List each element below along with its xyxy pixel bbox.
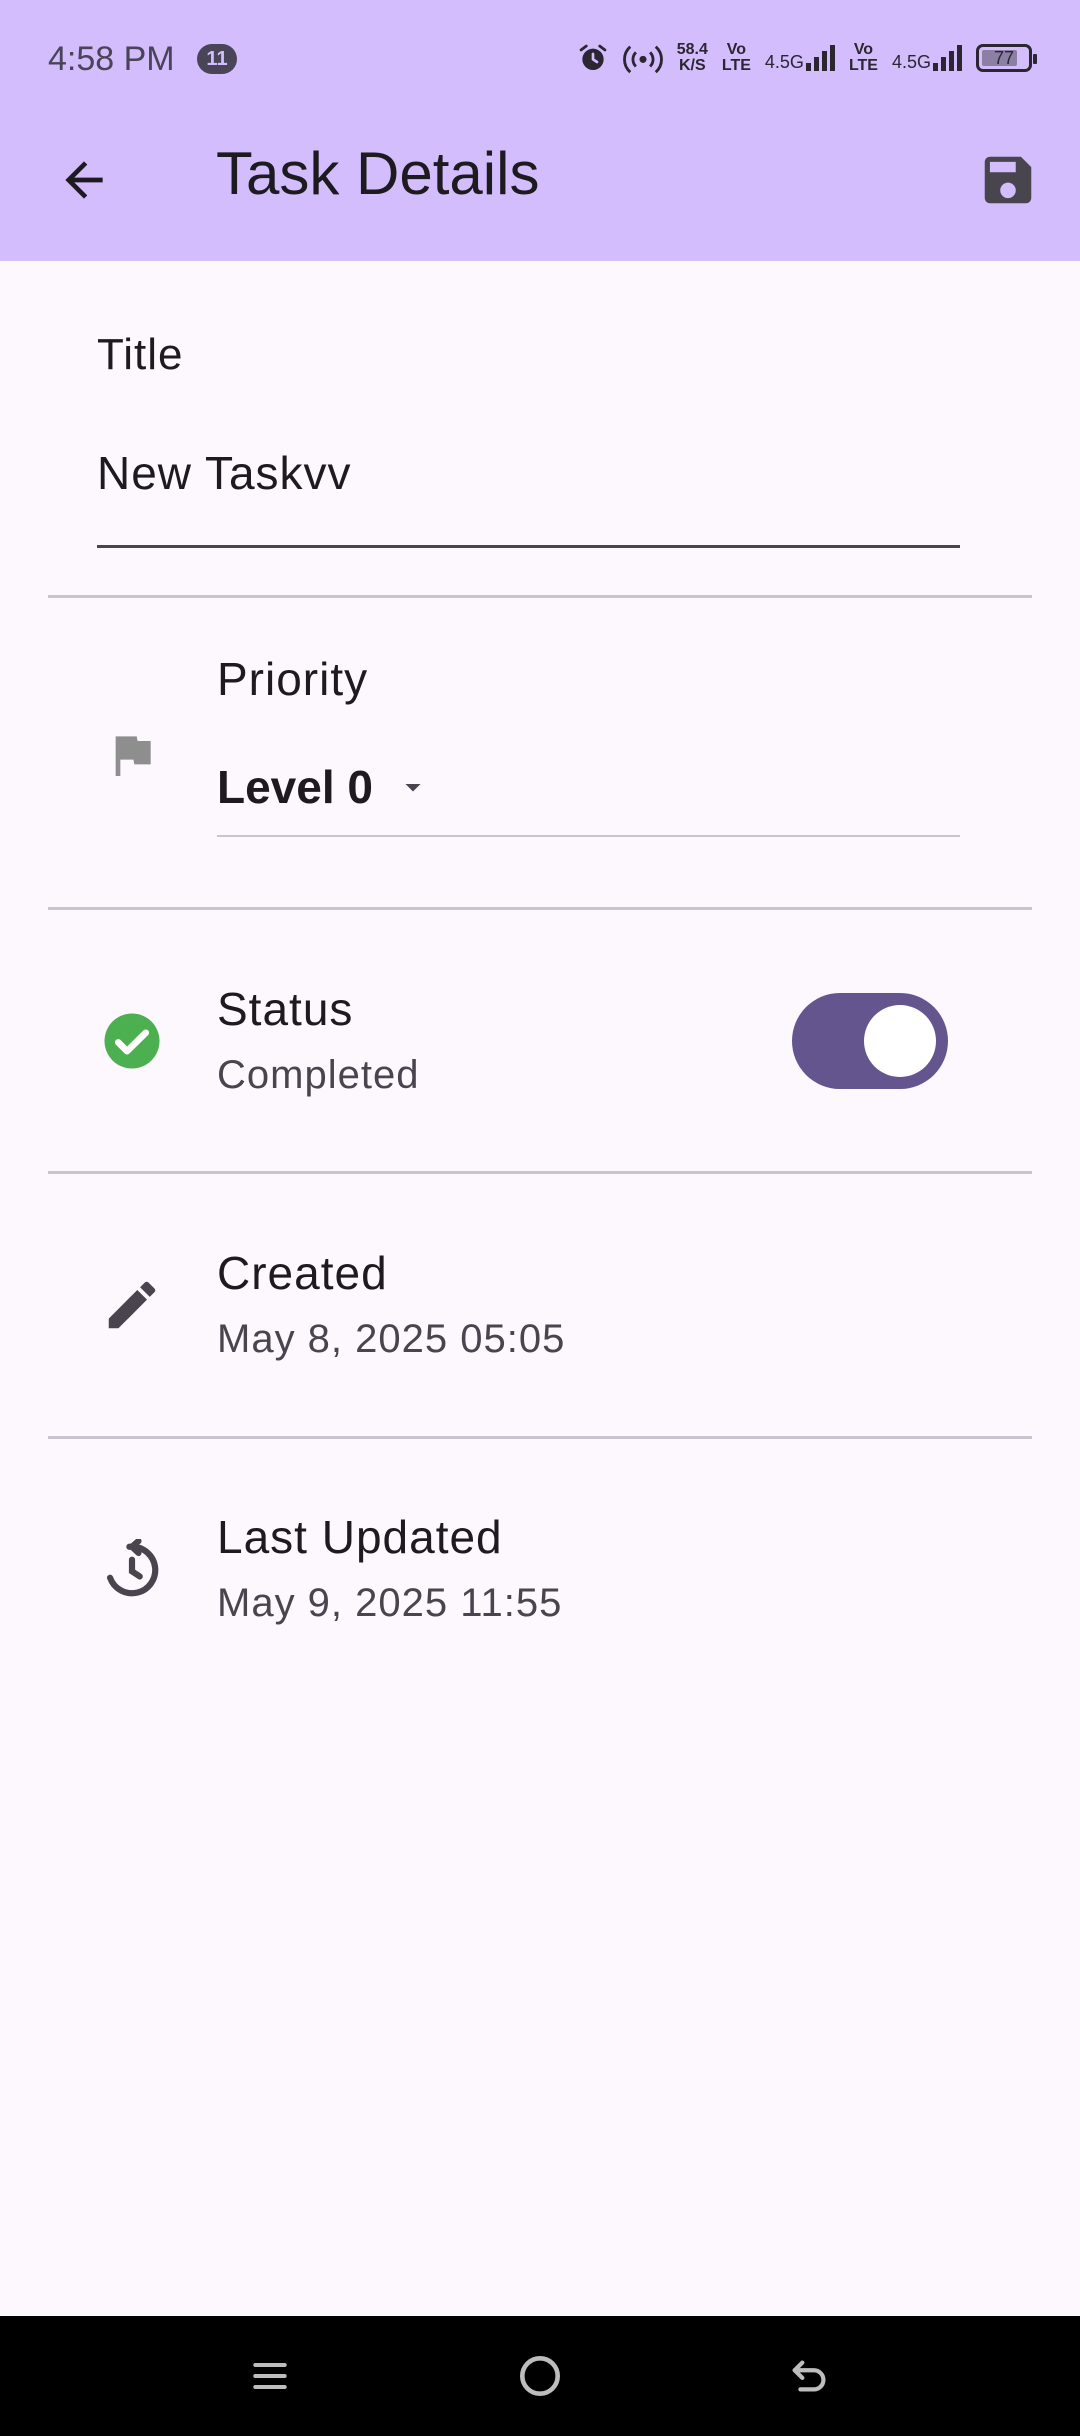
nav-back-button[interactable] [760,2336,860,2416]
created-icon-wrap [92,1265,172,1345]
status-icons: 58.4 K/S Vo LTE 4.5G Vo LTE 4.5G 77 [577,36,1037,80]
updated-label: Last Updated [217,1511,503,1563]
signal-2: 4.5G [892,45,962,71]
created-label: Created [217,1247,388,1299]
home-circle-icon [520,2356,560,2396]
pencil-icon [108,1281,156,1329]
check-circle-icon [104,1013,160,1069]
divider [48,1436,1032,1439]
status-time: 4:58 PM [48,40,175,78]
title-field[interactable]: Title [97,330,960,380]
history-icon [106,1539,159,1597]
save-floppy-icon [984,156,1032,204]
page-title: Task Details [216,140,540,207]
status-icon-wrap [92,1001,172,1081]
nav-menu-button[interactable] [220,2336,320,2416]
toggle-thumb [864,1005,936,1077]
signal-bars-icon [933,45,962,71]
dropdown-arrow-icon [405,784,421,792]
updated-icon-wrap [92,1530,172,1610]
title-input[interactable]: New Taskvv [97,446,352,500]
priority-underline [217,835,960,837]
net-speed: 58.4 K/S [676,41,708,74]
alarm-icon [579,44,607,70]
divider [48,1171,1032,1174]
app-bar: 4:58 PM 11 58.4 K/S Vo LTE 4.5G Vo LTE 4… [0,0,1080,261]
created-value: May 8, 2025 05:05 [217,1317,566,1361]
title-underline [97,545,960,548]
status-toggle[interactable] [792,993,948,1089]
notification-badge: 11 [197,44,237,74]
priority-value: Level 0 [217,761,373,813]
divider [48,595,1032,598]
title-label: Title [97,330,184,379]
nav-home-button[interactable] [490,2336,590,2416]
menu-icon [253,2362,287,2390]
updated-value: May 9, 2025 11:55 [217,1581,563,1625]
hotspot-icon [622,45,663,74]
battery-icon: 77 [976,44,1037,72]
status-label: Status [217,983,354,1035]
arrow-back-icon [65,161,103,199]
priority-label: Priority [217,653,369,705]
status-bar: 4:58 PM 11 58.4 K/S Vo LTE 4.5G Vo LTE 4… [0,0,1080,118]
save-button[interactable] [968,140,1048,220]
priority-dropdown[interactable]: Level 0 [217,755,431,819]
status-value: Completed [217,1053,420,1097]
flag-icon [115,736,151,776]
signal-bars-icon [805,45,835,71]
back-gesture-icon [792,2360,826,2392]
signal-1: 4.5G [765,45,835,71]
priority-icon-wrap [92,715,172,795]
volte-1: Vo LTE [721,41,751,74]
system-nav-bar [0,2316,1080,2436]
divider [48,907,1032,910]
volte-2: Vo LTE [848,41,878,74]
back-button[interactable] [44,140,124,220]
